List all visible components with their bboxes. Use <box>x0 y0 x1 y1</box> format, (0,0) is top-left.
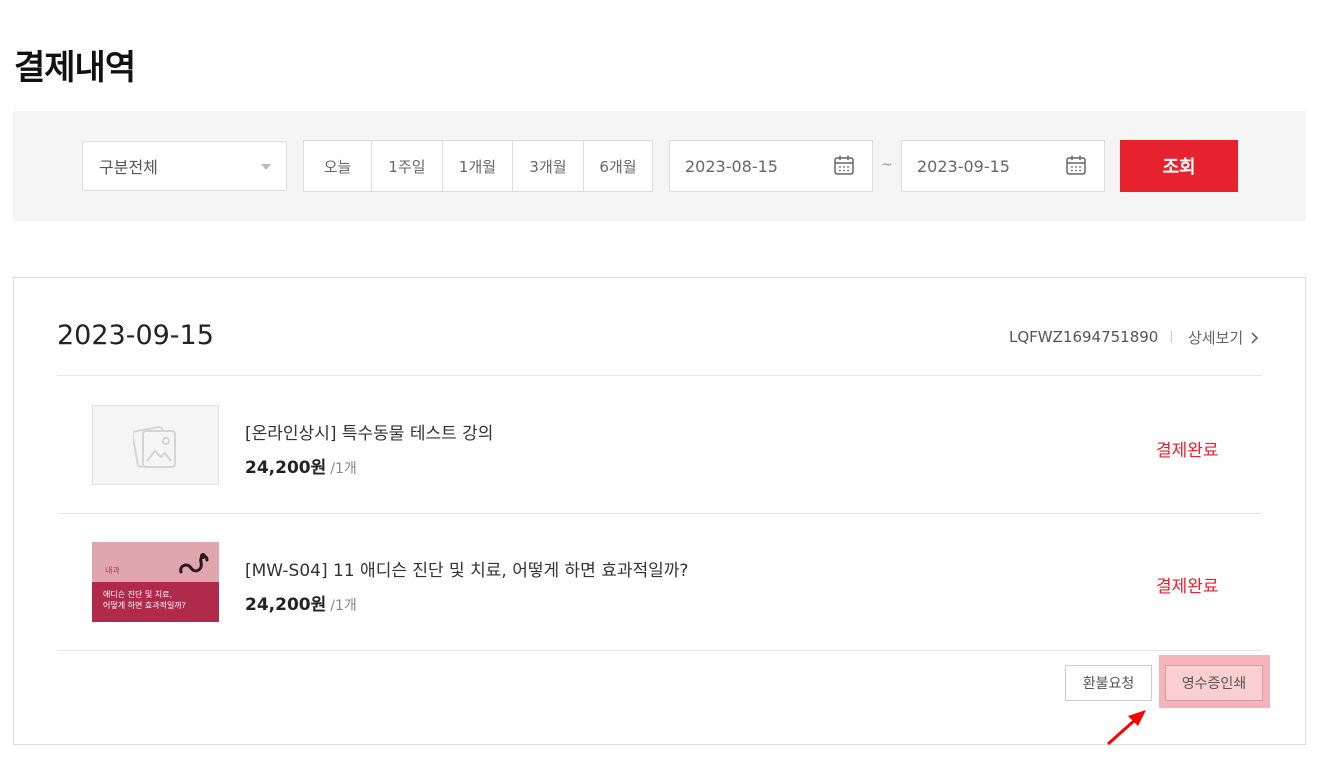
order-detail-label: 상세보기 <box>1188 329 1244 347</box>
calendar-icon[interactable] <box>833 154 855 176</box>
annotation-arrow-icon <box>1107 710 1146 746</box>
period-1week-button[interactable]: 1주일 <box>372 141 443 191</box>
period-3month-button[interactable]: 3개월 <box>513 141 584 191</box>
order-number: LQFWZ1694751890 <box>1009 328 1159 346</box>
period-1month-button[interactable]: 1개월 <box>443 141 513 191</box>
product-price: 24,200원/1개 <box>245 590 357 615</box>
period-button-group: 오늘 1주일 1개월 3개월 6개월 <box>303 140 653 192</box>
divider <box>57 375 1262 376</box>
quantity-value: /1개 <box>330 598 357 614</box>
refund-request-button[interactable]: 환불요청 <box>1065 665 1152 701</box>
category-select[interactable]: 구분전체 <box>82 141 287 191</box>
period-6month-button[interactable]: 6개월 <box>584 141 652 191</box>
search-button[interactable]: 조회 <box>1120 140 1238 192</box>
date-range-separator: ~ <box>881 157 893 173</box>
divider <box>57 513 1262 514</box>
stethoscope-logo-icon <box>179 553 209 574</box>
receipt-print-button[interactable]: 영수증인쇄 <box>1165 665 1263 701</box>
order-date: 2023-09-15 <box>57 320 214 351</box>
thumbnail-category: 내과 <box>105 566 120 575</box>
calendar-icon[interactable] <box>1065 154 1087 176</box>
chevron-right-icon <box>1251 331 1259 344</box>
date-from-input[interactable]: 2023-08-15 <box>669 140 873 192</box>
divider <box>57 650 1262 651</box>
price-value: 24,200원 <box>245 595 327 615</box>
product-title[interactable]: [온라인상시] 특수동물 테스트 강의 <box>245 419 493 444</box>
category-select-value: 구분전체 <box>99 158 158 177</box>
date-to-value: 2023-09-15 <box>917 156 1010 176</box>
price-value: 24,200원 <box>245 458 327 478</box>
thumbnail-caption: 애디슨 진단 및 치료, 어떻게 하면 효과적일까? <box>103 590 186 610</box>
placeholder-image-icon <box>133 426 176 468</box>
product-price: 24,200원/1개 <box>245 453 357 478</box>
product-title[interactable]: [MW-S04] 11 애디슨 진단 및 치료, 어떻게 하면 효과적일까? <box>245 556 688 581</box>
quantity-value: /1개 <box>330 461 357 477</box>
date-from-value: 2023-08-15 <box>685 156 778 176</box>
period-today-button[interactable]: 오늘 <box>304 141 372 191</box>
payment-status: 결제완료 <box>1156 441 1219 461</box>
payment-status: 결제완료 <box>1156 577 1219 597</box>
date-to-input[interactable]: 2023-09-15 <box>901 140 1105 192</box>
order-detail-link[interactable]: 상세보기 <box>1188 327 1261 348</box>
chevron-down-icon <box>261 164 271 170</box>
divider <box>1171 331 1172 343</box>
page-title: 결제내역 <box>14 48 136 88</box>
product-thumbnail[interactable]: 내과 애디슨 진단 및 치료, 어떻게 하면 효과적일까? <box>92 542 219 622</box>
product-thumbnail[interactable] <box>92 405 219 485</box>
